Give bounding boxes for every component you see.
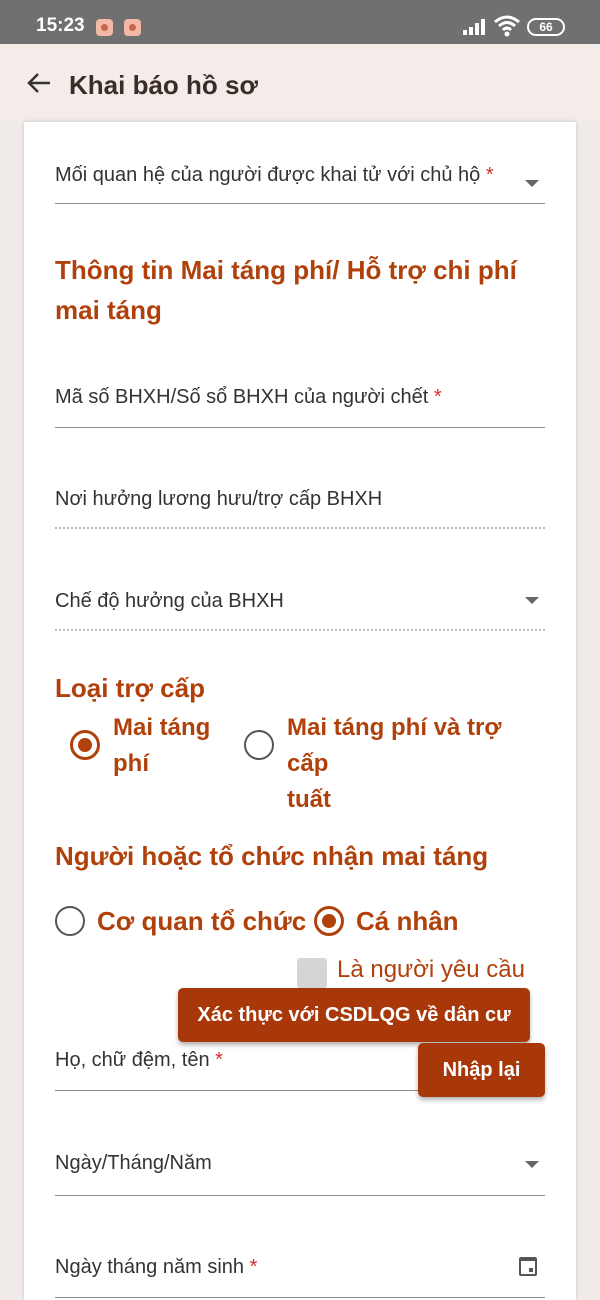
benefit-regime-label: Chế độ hưởng của BHXH [55,590,284,612]
social-insurance-label: Mã số BHXH/Số sổ BHXH của người chết [55,386,429,408]
radio-label-organization[interactable]: Cơ quan tổ chức [97,906,306,937]
allowance-type-radio-group: Mai táng phí Mai táng phí và trợ cấp tuấ… [55,708,545,813]
required-marker: * [215,1049,223,1071]
relation-label: Mối quan hệ của người được khai tử với c… [55,164,481,186]
section-title-allowance-type: Loại trợ cấp [55,673,205,703]
radio-funeral-fee-and-allowance[interactable] [244,730,274,760]
radio-label-funeral-fee-and-allowance[interactable]: Mai táng phí và trợ cấp tuất [287,710,545,818]
radio-label-funeral-fee[interactable]: Mai táng phí [113,710,210,782]
cellular-signal-icon [463,19,487,35]
field-underline [55,427,545,428]
reset-button[interactable]: Nhập lại [418,1043,545,1097]
required-marker: * [485,164,494,186]
full-name-label: Họ, chữ đệm, tên [55,1049,210,1071]
field-underline [55,1195,545,1196]
wifi-icon [494,15,520,37]
notification-app-icon [124,19,141,36]
recipient-radio-group: Cơ quan tổ chức Cá nhân [55,900,545,944]
radio-organization[interactable] [55,906,85,936]
pension-place-input: Nơi hưởng lương hưu/trợ cấp BHXH [55,488,545,530]
page-title: Khai báo hồ sơ [69,70,258,100]
required-marker: * [433,386,442,408]
date-format-dropdown[interactable]: Ngày/Tháng/Năm [55,1152,545,1196]
social-insurance-input[interactable]: Mã số BHXH/Số sổ BHXH của người chết * [55,386,545,428]
birth-date-input[interactable]: Ngày tháng năm sinh * [55,1256,545,1298]
field-underline [55,203,545,204]
radio-individual[interactable] [314,906,344,936]
status-bar: 15:23 66 [0,0,600,44]
pension-place-label: Nơi hưởng lương hưu/trợ cấp BHXH [55,488,383,510]
birth-date-label: Ngày tháng năm sinh [55,1256,245,1278]
field-underline [55,629,545,631]
battery-icon: 66 [527,18,565,36]
dropdown-arrow-icon [525,597,539,604]
is-requester-label[interactable]: Là người yêu cầu [337,956,525,984]
benefit-regime-dropdown: Chế độ hưởng của BHXH [55,590,545,632]
field-underline [55,527,545,529]
section-title-funeral: Thông tin Mai táng phí/ Hỗ trợ chi phí m… [55,255,517,325]
calendar-icon[interactable] [519,1257,537,1276]
radio-label-individual[interactable]: Cá nhân [356,906,459,937]
date-format-label: Ngày/Tháng/Năm [55,1152,212,1174]
section-title-recipient: Người hoặc tổ chức nhận mai táng [55,841,489,871]
notification-app-icon [96,19,113,36]
relation-dropdown[interactable]: Mối quan hệ của người được khai tử với c… [55,164,545,204]
is-requester-checkbox[interactable] [297,958,327,988]
radio-funeral-fee[interactable] [70,730,100,760]
dropdown-arrow-icon [525,1161,539,1168]
back-arrow-icon[interactable] [26,70,52,96]
verify-citizen-db-button[interactable]: Xác thực với CSDLQG về dân cư [178,988,530,1042]
dropdown-arrow-icon [525,180,539,187]
status-time: 15:23 [36,15,85,36]
field-underline [55,1297,545,1298]
required-marker: * [249,1256,258,1278]
